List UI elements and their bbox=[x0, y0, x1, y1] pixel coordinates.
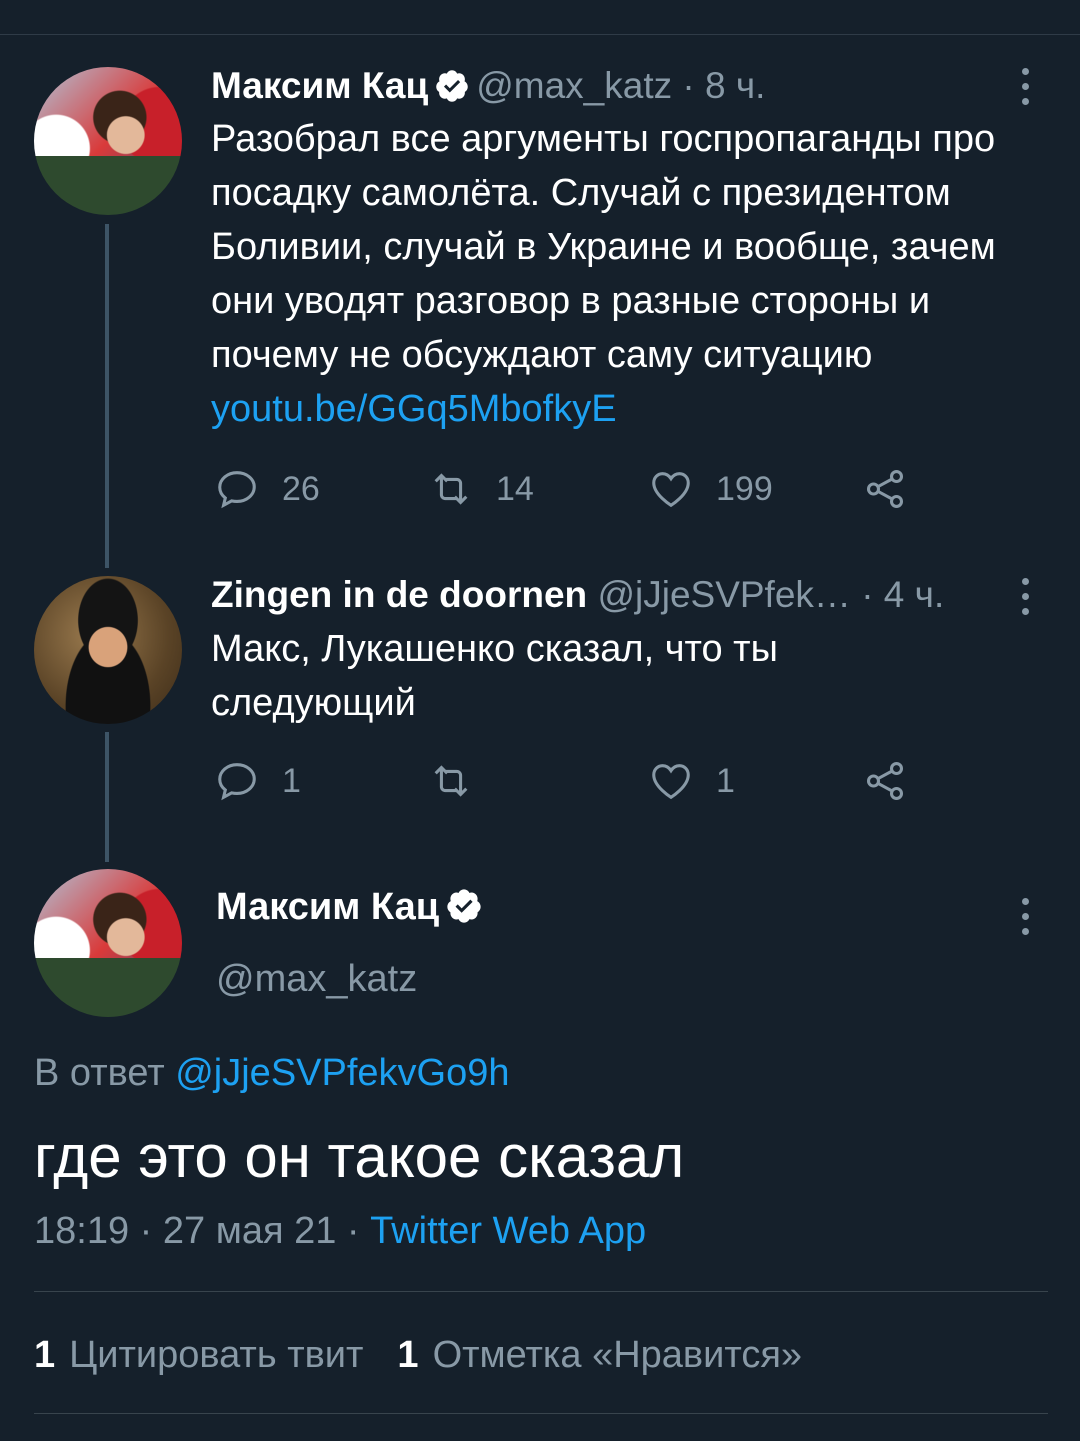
quote-count: 1 bbox=[34, 1334, 56, 1376]
reply-button[interactable]: 1 bbox=[214, 758, 301, 804]
tweet1-header: Максим Кац @max_katz · 8 ч. bbox=[211, 64, 765, 108]
tweet-thread-page: Максим Кац @max_katz · 8 ч. Разобрал все … bbox=[0, 0, 1080, 1441]
retweet-button[interactable]: 14 bbox=[428, 466, 534, 512]
thread-line bbox=[105, 224, 109, 568]
like-icon bbox=[652, 472, 690, 508]
likes-label: Отметка «Нравится» bbox=[432, 1334, 803, 1376]
reply-to-line: В ответ @jJjeSVPfekvGo9h bbox=[34, 1052, 510, 1095]
likes-stat[interactable]: 1 Отметка «Нравится» bbox=[397, 1334, 802, 1376]
like-count: 1 bbox=[716, 761, 735, 800]
tweet1-time[interactable]: · 8 ч. bbox=[682, 65, 765, 106]
reply-icon bbox=[218, 763, 256, 801]
divider bbox=[34, 1291, 1048, 1292]
more-icon[interactable] bbox=[1020, 578, 1030, 615]
main-author-name-text[interactable]: Максим Кац bbox=[216, 886, 439, 928]
main-author-handle[interactable]: @max_katz bbox=[216, 958, 417, 1001]
more-icon[interactable] bbox=[1020, 898, 1030, 935]
like-button[interactable]: 199 bbox=[648, 466, 773, 512]
share-icon bbox=[866, 470, 904, 508]
reply-icon bbox=[218, 471, 256, 509]
main-tweet-text: где это он такое сказал bbox=[34, 1123, 685, 1190]
quote-tweets-stat[interactable]: 1 Цитировать твит bbox=[34, 1334, 363, 1376]
like-count: 199 bbox=[716, 469, 773, 508]
like-button[interactable]: 1 bbox=[648, 758, 735, 804]
tweet2-line1: Макс, Лукашенко сказал, что ты bbox=[211, 628, 778, 670]
tweet1-link[interactable]: youtu.be/GGq5MbofkyE bbox=[211, 388, 617, 430]
retweet-count: 14 bbox=[496, 469, 534, 508]
tweet-timestamp[interactable]: 18:19 · 27 мая 21 · bbox=[34, 1210, 360, 1252]
tweet1-text: Разобрал все аргументы госпропаганды про… bbox=[211, 112, 1051, 436]
verified-icon bbox=[436, 70, 468, 102]
reply-prefix: В ответ bbox=[34, 1052, 165, 1094]
retweet-button[interactable] bbox=[428, 758, 496, 804]
divider bbox=[34, 1413, 1048, 1414]
share-button[interactable] bbox=[862, 466, 930, 512]
main-author-name: Максим Кац bbox=[216, 886, 489, 929]
avatar-max-katz[interactable] bbox=[34, 869, 182, 1017]
retweet-icon bbox=[434, 473, 468, 505]
tweet1-author-name[interactable]: Максим Кац bbox=[211, 65, 428, 106]
reply-button[interactable]: 26 bbox=[214, 466, 320, 512]
avatar-zingen[interactable] bbox=[34, 576, 182, 724]
verified-icon bbox=[447, 889, 481, 923]
tweet1-body: Разобрал все аргументы госпропаганды про… bbox=[211, 118, 996, 376]
thread-line bbox=[105, 732, 109, 862]
top-divider bbox=[0, 34, 1080, 35]
like-icon bbox=[652, 764, 690, 800]
reply-to-handle[interactable]: @jJjeSVPfekvGo9h bbox=[175, 1052, 509, 1094]
share-button[interactable] bbox=[862, 758, 930, 804]
tweet-source[interactable]: Twitter Web App bbox=[370, 1210, 646, 1252]
tweet2-time[interactable]: · 4 ч. bbox=[861, 574, 944, 615]
tweet2-text: Макс, Лукашенко сказал, что ты следующий bbox=[211, 622, 1051, 730]
tweet2-header: Zingen in de doornen @jJjeSVPfek… · 4 ч. bbox=[211, 573, 944, 617]
tweet1-handle[interactable]: @max_katz bbox=[476, 65, 672, 106]
retweet-icon bbox=[434, 765, 468, 797]
reply-count: 1 bbox=[282, 761, 301, 800]
tweet2-handle[interactable]: @jJjeSVPfek… bbox=[597, 574, 850, 615]
tweet-stats: 1 Цитировать твит 1 Отметка «Нравится» bbox=[34, 1334, 802, 1377]
reply-count: 26 bbox=[282, 469, 320, 508]
avatar-max-katz[interactable] bbox=[34, 67, 182, 215]
more-icon[interactable] bbox=[1020, 68, 1030, 105]
share-icon bbox=[866, 762, 904, 800]
quote-label: Цитировать твит bbox=[69, 1334, 364, 1376]
tweet-meta: 18:19 · 27 мая 21 · Twitter Web App bbox=[34, 1210, 646, 1253]
tweet2-line2: следующий bbox=[211, 682, 416, 724]
tweet2-author-name[interactable]: Zingen in de doornen bbox=[211, 574, 587, 615]
likes-count: 1 bbox=[397, 1334, 419, 1376]
